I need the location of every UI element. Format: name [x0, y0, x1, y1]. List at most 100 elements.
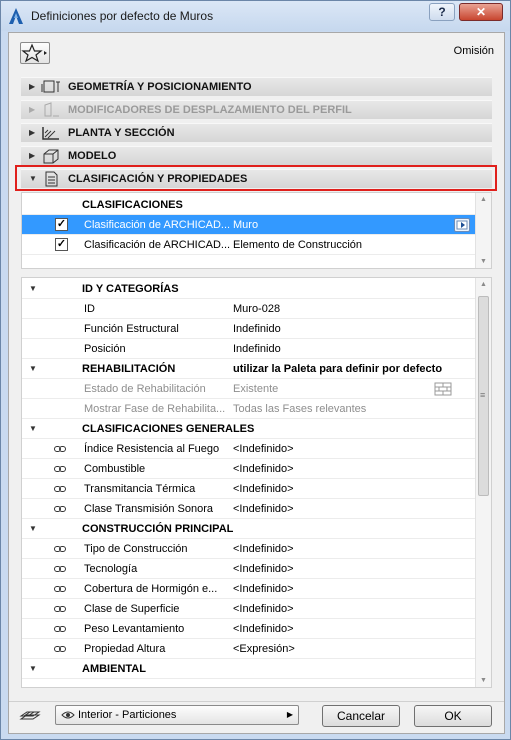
link-icon: [54, 486, 66, 492]
property-row[interactable]: Tipo de Construcción <Indefinido>: [22, 539, 476, 559]
classification-row[interactable]: ✓ Clasificación de ARCHICAD... Elemento …: [22, 235, 476, 255]
scroll-down-icon[interactable]: ▼: [480, 677, 487, 684]
section-plan-section[interactable]: ▶ PLANTA Y SECCIÓN: [21, 123, 492, 142]
property-name: Clase de Superficie: [84, 603, 180, 615]
property-value[interactable]: <Indefinido>: [233, 503, 294, 515]
property-value[interactable]: <Indefinido>: [233, 543, 294, 555]
property-row[interactable]: Clase Transmisión Sonora <Indefinido>: [22, 499, 476, 519]
property-value[interactable]: Muro-028: [233, 303, 280, 315]
scroll-up-icon[interactable]: ▲: [480, 281, 487, 288]
expand-arrow-icon: ▶: [29, 105, 36, 114]
classification-row[interactable]: ✓ Clasificación de ARCHICAD... Muro: [22, 215, 476, 235]
link-icon: [54, 546, 66, 552]
link-icon: [54, 646, 66, 652]
checkbox[interactable]: ✓: [55, 218, 68, 231]
properties-scrollbar[interactable]: ▲ ≡ ▼: [475, 278, 491, 687]
view-combo[interactable]: Interior - Particiones ▶: [55, 705, 299, 725]
property-row[interactable]: Mostrar Fase de Rehabilita... Todas las F…: [22, 399, 476, 419]
section-label: PLANTA Y SECCIÓN: [68, 127, 175, 139]
property-row[interactable]: Tecnología <Indefinido>: [22, 559, 476, 579]
property-row[interactable]: Transmitancia Térmica <Indefinido>: [22, 479, 476, 499]
close-button[interactable]: ✕: [459, 3, 503, 21]
grip-icon: ≡: [480, 390, 486, 400]
property-row[interactable]: Función Estructural Indefinido: [22, 319, 476, 339]
checkbox[interactable]: ✓: [55, 238, 68, 251]
properties-panel: ▼ ID Y CATEGORÍAS ID Muro-028 Función Estruc…: [21, 277, 492, 688]
property-name: Transmitancia Térmica: [84, 483, 196, 495]
property-row[interactable]: Posición Indefinido: [22, 339, 476, 359]
property-row[interactable]: Peso Levantamiento <Indefinido>: [22, 619, 476, 639]
collapse-arrow-icon[interactable]: ▼: [29, 524, 37, 533]
collapse-arrow-icon[interactable]: ▼: [29, 664, 37, 673]
property-group-row[interactable]: ▼ CLASIFICACIONES GENERALES: [22, 419, 476, 439]
section-classification-properties[interactable]: ▼ CLASIFICACIÓN Y PROPIEDADES: [21, 169, 492, 188]
model-icon: [43, 149, 59, 164]
favorites-button[interactable]: [20, 42, 50, 64]
help-button[interactable]: ?: [429, 3, 455, 21]
property-value[interactable]: <Indefinido>: [233, 603, 294, 615]
property-value[interactable]: Todas las Fases relevantes: [233, 403, 366, 415]
dialog-body: Omisión ▶ GEOMETRÍA Y POSICIONAMIENTO ▶ …: [8, 32, 505, 734]
property-group-row[interactable]: ▼ REHABILITACIÓN utilizar la Paleta para d…: [22, 359, 476, 379]
property-value[interactable]: <Indefinido>: [233, 463, 294, 475]
title-bar[interactable]: Definiciones por defecto de Muros ? ✕: [1, 1, 510, 31]
property-row[interactable]: ID Muro-028: [22, 299, 476, 319]
property-name: Peso Levantamiento: [84, 623, 185, 635]
eye-icon: [61, 711, 75, 719]
brick-icon: [434, 382, 452, 396]
property-group-label: AMBIENTAL: [82, 663, 146, 675]
property-row[interactable]: Cobertura de Hormigón e... <Indefinido>: [22, 579, 476, 599]
collapse-arrow-icon: ▼: [29, 174, 37, 183]
collapse-arrow-icon[interactable]: ▼: [29, 364, 37, 373]
expand-arrow-icon: ▶: [29, 82, 36, 91]
property-row[interactable]: Combustible <Indefinido>: [22, 459, 476, 479]
collapse-arrow-icon[interactable]: ▼: [29, 284, 37, 293]
property-value[interactable]: <Indefinido>: [233, 563, 294, 575]
property-group-label: CLASIFICACIONES GENERALES: [82, 423, 255, 435]
scroll-up-icon[interactable]: ▲: [480, 196, 487, 203]
section-model[interactable]: ▶ MODELO: [21, 146, 492, 165]
property-group-row[interactable]: ▼ ID Y CATEGORÍAS: [22, 279, 476, 299]
property-row[interactable]: Estado de Rehabilitación Existente: [22, 379, 476, 399]
property-group-row[interactable]: ▼ CONSTRUCCIÓN PRINCIPAL: [22, 519, 476, 539]
arrow-right-icon: [456, 220, 468, 230]
property-row[interactable]: Índice Resistencia al Fuego <Indefinido>: [22, 439, 476, 459]
property-group-row[interactable]: ▼ AMBIENTAL: [22, 659, 476, 679]
profile-modifier-icon: [44, 102, 59, 117]
star-icon: [21, 43, 47, 63]
property-value[interactable]: <Indefinido>: [233, 623, 294, 635]
property-row[interactable]: Clase de Superficie <Indefinido>: [22, 599, 476, 619]
collapse-arrow-icon[interactable]: ▼: [29, 424, 37, 433]
property-value[interactable]: <Expresión>: [233, 643, 295, 655]
archicad-app-icon: [9, 8, 23, 24]
dialog-window: Definiciones por defecto de Muros ? ✕ Om…: [0, 0, 511, 740]
classifications-header: CLASIFICACIONES: [22, 195, 476, 215]
property-group-value: utilizar la Paleta para definir por defe…: [233, 363, 443, 375]
cancel-button[interactable]: Cancelar: [322, 705, 400, 727]
property-value[interactable]: Indefinido: [233, 343, 281, 355]
default-label: Omisión: [453, 45, 494, 57]
property-value[interactable]: Existente: [233, 383, 278, 395]
link-icon: [54, 446, 66, 452]
property-name: Cobertura de Hormigón e...: [84, 583, 218, 595]
window-title: Definiciones por defecto de Muros: [31, 9, 214, 23]
property-value[interactable]: <Indefinido>: [233, 443, 294, 455]
property-value[interactable]: Indefinido: [233, 323, 281, 335]
property-value[interactable]: <Indefinido>: [233, 483, 294, 495]
caret-right-icon: ▶: [286, 710, 293, 719]
link-icon: [54, 466, 66, 472]
property-value[interactable]: <Indefinido>: [233, 583, 294, 595]
property-name: Estado de Rehabilitación: [84, 383, 206, 395]
property-name: ID: [84, 303, 95, 315]
expand-arrow-icon: ▶: [29, 128, 36, 137]
section-geometry[interactable]: ▶ GEOMETRÍA Y POSICIONAMIENTO: [21, 77, 492, 96]
scroll-down-icon[interactable]: ▼: [480, 258, 487, 265]
classifications-scrollbar[interactable]: ▲ ▼: [475, 193, 491, 268]
classification-value: Elemento de Construcción: [233, 239, 363, 251]
dialog-footer: Interior - Particiones ▶ Cancelar OK: [9, 701, 504, 734]
classification-picker-button[interactable]: [454, 218, 470, 232]
layer-icon[interactable]: [19, 707, 41, 723]
ok-button[interactable]: OK: [414, 705, 492, 727]
property-row[interactable]: Propiedad Altura <Expresión>: [22, 639, 476, 659]
property-name: Índice Resistencia al Fuego: [84, 443, 220, 455]
